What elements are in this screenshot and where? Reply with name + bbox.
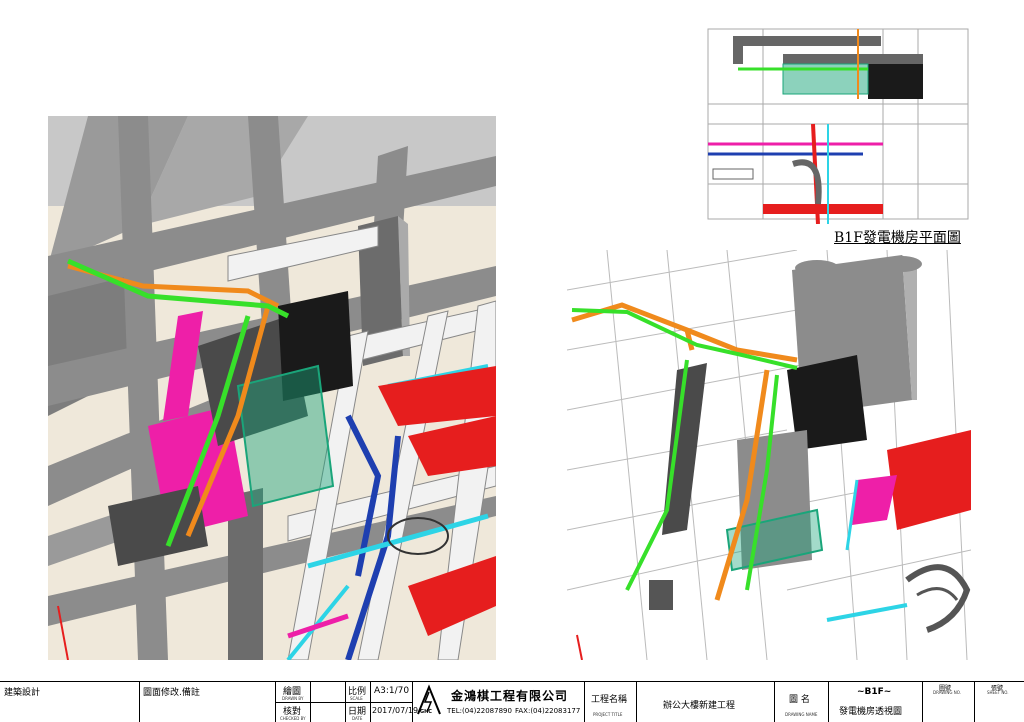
arch-design-label: 建築設計 bbox=[4, 688, 41, 698]
drawing-label-cell: 圖 名 DRAWING NAME bbox=[774, 682, 828, 722]
project-sub: PROJECT TITLE bbox=[593, 712, 623, 717]
divider bbox=[371, 702, 413, 703]
drawing-no-cell: 圖號 DRAWING NO. bbox=[922, 682, 974, 722]
drawing-name: 發電機房透視圖 bbox=[839, 707, 903, 717]
logo-text: GHC bbox=[420, 709, 432, 715]
perspective-drawing-right bbox=[567, 250, 971, 660]
scale-date-labels: 比例 SCALE 日期 DATE bbox=[345, 682, 371, 722]
revision-label: 圖面修改.備註 bbox=[143, 688, 200, 698]
drawing-label: 圖 名 bbox=[789, 695, 810, 705]
project-label-cell: 工程名稱 PROJECT TITLE bbox=[584, 682, 636, 722]
drawing-no-sub: DRAWING NO. bbox=[933, 690, 961, 695]
scale-date-values: A3:1/70 2017/07/19 bbox=[370, 682, 418, 722]
blank-cell bbox=[310, 682, 346, 722]
project-name-cell: 辦公大樓新建工程 bbox=[636, 682, 774, 722]
revision-cell: 圖面修改.備註 bbox=[139, 682, 275, 722]
checked-by-sub: CHECKED BY bbox=[280, 716, 306, 721]
plan-caption: B1F發電機房平面圖 bbox=[834, 230, 961, 246]
company-name: 金鴻棋工程有限公司 bbox=[451, 689, 569, 703]
divider bbox=[276, 702, 311, 703]
company-fax: FAX:(04)22083177 bbox=[515, 707, 581, 715]
company-cell: GHC 金鴻棋工程有限公司 TEL:(04)22087890 FAX:(04)2… bbox=[412, 682, 584, 722]
perspective-view-left bbox=[48, 116, 496, 660]
divider bbox=[346, 702, 371, 703]
drawing-sub: DRAWING NAME bbox=[785, 712, 818, 717]
title-block: 建築設計 圖面修改.備註 繪圖 DRAWN BY 核對 CHECKED BY 比… bbox=[0, 681, 1024, 722]
drawing-floor: ~B1F~ bbox=[857, 687, 892, 697]
sheet-sub: SHEET NO. bbox=[987, 690, 1009, 695]
sheet-no-cell: 張號 SHEET NO. bbox=[974, 682, 1024, 722]
divider bbox=[311, 702, 346, 703]
company-tel: TEL:(04)22087890 bbox=[447, 707, 512, 715]
project-name: 辦公大樓新建工程 bbox=[663, 701, 736, 711]
plan-view bbox=[703, 24, 973, 224]
perspective-view-right bbox=[567, 250, 971, 660]
drawn-checked-cell: 繪圖 DRAWN BY 核對 CHECKED BY bbox=[275, 682, 311, 722]
project-label: 工程名稱 bbox=[591, 695, 628, 705]
scale-value: A3:1/70 bbox=[374, 686, 410, 696]
plan-drawing bbox=[703, 24, 973, 224]
drawing-name-cell: ~B1F~ 發電機房透視圖 bbox=[828, 682, 922, 722]
drawn-by-sub: DRAWN BY bbox=[282, 696, 304, 701]
scale-sub: SCALE bbox=[350, 696, 363, 701]
perspective-drawing-left bbox=[48, 116, 496, 660]
date-sub: DATE bbox=[352, 716, 363, 721]
